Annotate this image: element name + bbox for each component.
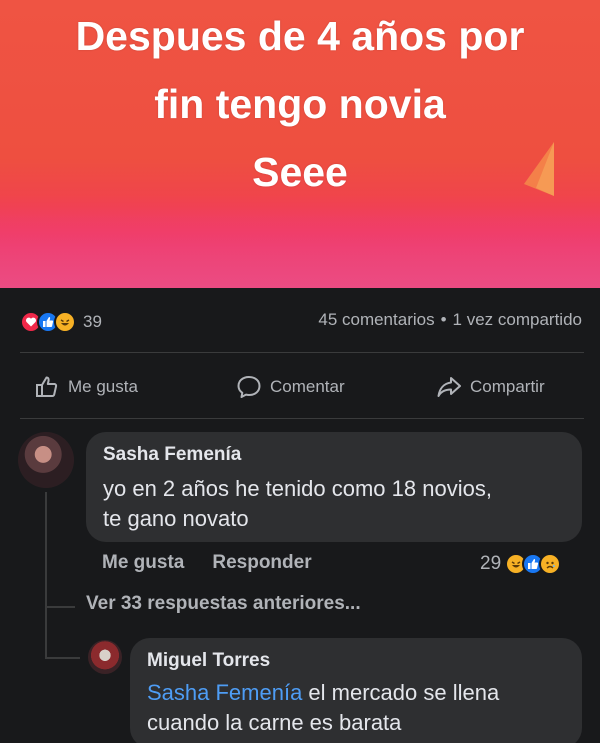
divider <box>20 418 584 419</box>
stats-separator: • <box>440 310 447 329</box>
avatar[interactable] <box>88 640 122 674</box>
comment-like-button[interactable]: Me gusta <box>102 552 184 574</box>
comment-author[interactable]: Sasha Femenía <box>103 444 241 466</box>
reply-text-line: cuando la carne es barata <box>147 710 402 735</box>
thumbs-up-icon <box>36 376 58 397</box>
haha-icon <box>54 311 76 333</box>
post-text-line: Despues de 4 años por <box>75 13 525 59</box>
decorative-triangle-icon <box>524 142 554 196</box>
comment-button[interactable]: Comentar <box>236 372 345 402</box>
comment-text-line: te gano novato <box>103 506 249 531</box>
comment-text-line: yo en 2 años he tenido como 18 novios, <box>103 476 492 501</box>
sad-icon <box>539 553 562 575</box>
reactions-summary[interactable]: 39 <box>20 308 102 336</box>
post-text: Despues de 4 años por fin tengo novia Se… <box>0 2 600 206</box>
comment-actions: Me gusta Responder <box>102 552 312 574</box>
reply-text-line: Sasha Femenía el mercado se llena <box>147 678 499 708</box>
share-arrow-icon <box>437 377 461 397</box>
reply-text-rest: el mercado se llena <box>302 680 500 705</box>
comment-reply-button[interactable]: Responder <box>212 552 311 574</box>
share-label: Compartir <box>470 377 545 396</box>
avatar[interactable] <box>18 432 74 488</box>
reply-text: Sasha Femenía el mercado se llena cuando… <box>147 678 499 738</box>
comment-label: Comentar <box>270 377 345 396</box>
comment-reaction-count: 29 <box>480 553 502 574</box>
comment-bubble-icon <box>237 376 261 398</box>
post-text-line: Seee <box>252 149 348 195</box>
reply-author[interactable]: Miguel Torres <box>147 650 270 672</box>
like-button[interactable]: Me gusta <box>34 372 138 402</box>
post-background-banner: Despues de 4 años por fin tengo novia Se… <box>0 0 600 288</box>
divider <box>20 352 584 353</box>
post-stats: 45 comentarios • 1 vez compartido <box>318 310 582 330</box>
thread-connector <box>45 657 80 659</box>
mention-link[interactable]: Sasha Femenía <box>147 680 302 705</box>
like-label: Me gusta <box>68 377 138 396</box>
thread-connector <box>45 606 75 608</box>
banner-gradient <box>0 195 600 288</box>
comment-reactions[interactable]: 29 <box>480 550 562 578</box>
view-previous-replies-link[interactable]: Ver 33 respuestas anteriores... <box>86 593 361 615</box>
reaction-count: 39 <box>83 312 102 331</box>
shares-count-link[interactable]: 1 vez compartido <box>453 310 582 330</box>
post-text-line: fin tengo novia <box>154 81 446 127</box>
comments-count-link[interactable]: 45 comentarios <box>318 310 434 330</box>
comment-text: yo en 2 años he tenido como 18 novios, t… <box>103 474 492 534</box>
share-button[interactable]: Compartir <box>436 372 545 402</box>
thread-line <box>45 492 47 658</box>
